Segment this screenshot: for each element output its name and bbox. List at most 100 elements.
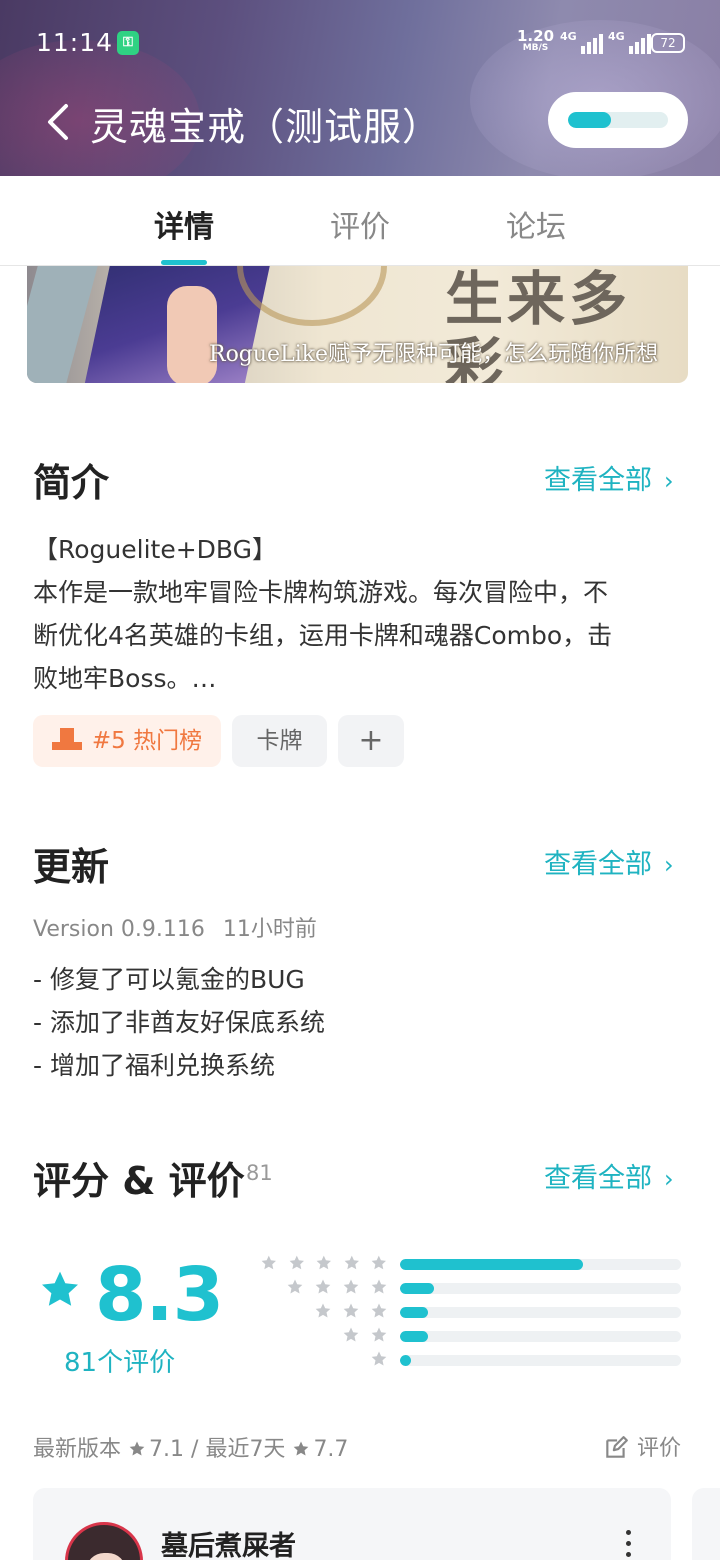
network-speed-value: 1.20 [517,27,555,45]
rating-bar-track [400,1283,681,1294]
next-review-card[interactable] [692,1488,720,1560]
rating-bar-track [400,1355,681,1366]
rating-row-2-star [250,1326,682,1346]
rating-bar-fill [400,1355,412,1366]
chevron-right-icon: › [664,851,674,879]
tab-details[interactable]: 详情 [124,202,244,246]
write-review-button[interactable]: 评价 [603,1430,681,1462]
rating-row-3-star [250,1302,682,1322]
intro-line: 本作是一款地牢冒险卡牌构筑游戏。每次冒险中，不 [33,578,609,607]
write-review-label: 评价 [637,1436,682,1461]
star-icon [287,1279,303,1294]
intro-line: 断优化4名英雄的卡组，运用卡牌和魂器Combo，击 [33,621,613,650]
update-notes: - 修复了可以氪金的BUG - 添加了非酋友好保底系统 - 增加了福利兑换系统 [33,958,325,1087]
score-stats: 最新版本 7.1 / 最近7天 7.7 [33,1431,348,1463]
tab-forum[interactable]: 论坛 [476,202,596,246]
star-icon [129,1441,145,1456]
see-all-label: 查看全部 [544,1163,652,1194]
star-icon [316,1255,332,1270]
chevron-right-icon: › [664,1165,674,1193]
star-icon [344,1255,359,1270]
signal-sim1-icon: 4G [560,30,603,54]
rating-bar-fill [400,1331,429,1342]
avatar[interactable] [65,1522,143,1560]
tab-reviews[interactable]: 评价 [300,202,420,246]
rating-row-stars [250,1302,400,1322]
star-icon [343,1303,359,1318]
version-info: Version 0.9.116 11小时前 [33,911,317,943]
star-icon [315,1303,331,1318]
latest-version-label: 最新版本 [33,1437,122,1462]
star-icon [371,1327,387,1342]
rating-bar-track [400,1331,681,1342]
star-icon [289,1255,304,1270]
intro-see-all-link[interactable]: 查看全部 › [544,458,674,497]
star-icon [371,1279,387,1294]
add-tag-button[interactable]: + [338,715,404,767]
signal-sim2-icon: 4G [608,30,651,54]
star-icon [294,1441,309,1456]
ratings-count-badge: 81 [246,1161,273,1185]
update-see-all-link[interactable]: 查看全部 › [544,842,674,881]
intro-description[interactable]: 【Roguelite+DBG】 本作是一款地牢冒险卡牌构筑游戏。每次冒险中，不 … [33,528,693,700]
status-time: 11:14 [36,28,114,57]
review-card[interactable]: 墓后煮屎者 [33,1488,671,1560]
update-note: - 添加了非酋友好保底系统 [33,1008,325,1037]
rating-row-stars [250,1350,400,1370]
star-icon [42,1271,78,1306]
app-header: 11:14 ⚿ 1.20 MB/S 4G 4G 72 灵魂宝戒（测试服） [0,0,720,176]
network-speed: 1.20 MB/S [517,27,555,54]
rating-row-stars [250,1254,400,1274]
rating-bar-fill [400,1307,429,1318]
download-progress-button[interactable] [548,92,688,148]
rating-row-stars [250,1278,400,1298]
star-icon [343,1327,359,1342]
back-arrow-icon[interactable] [40,100,80,144]
rating-row-stars [250,1326,400,1346]
update-section-title: 更新 [33,845,110,889]
hot-rank-label: #5 热门榜 [91,728,203,754]
banner-artwork [167,286,217,383]
intro-line: 败地牢Boss。… [33,664,217,693]
sim1-network-label: 4G [560,30,577,43]
star-icon [372,1255,387,1270]
see-all-label: 查看全部 [544,465,652,496]
download-progress-fill [568,112,611,128]
star-icon [371,1303,387,1318]
update-note: - 修复了可以氪金的BUG [33,965,305,994]
rating-bar-fill [400,1259,583,1270]
see-all-label: 查看全部 [544,849,652,880]
rating-row-1-star [250,1350,682,1370]
star-icon [315,1279,331,1294]
rating-bar-fill [400,1283,434,1294]
review-count: 81个评价 [64,1348,176,1378]
app-title: 灵魂宝戒（测试服） [90,105,442,149]
ratings-section-title: 评分 & 评价 [33,1159,245,1203]
battery-icon: 72 [651,33,685,53]
star-icon [371,1351,387,1366]
reviewer-name[interactable]: 墓后煮屎者 [161,1524,296,1560]
podium-icon [51,727,82,750]
battery-level: 72 [660,36,676,50]
more-options-icon[interactable] [621,1530,635,1560]
sim2-network-label: 4G [608,30,625,43]
latest-version-score: 7.1 [149,1437,185,1462]
tab-bar: 详情 评价 论坛 [0,176,720,266]
promo-banner[interactable]: 生来多彩 RogueLike赋予无限种可能，怎么玩随你所想 [27,266,688,383]
active-tab-indicator [161,260,207,265]
ratings-see-all-link[interactable]: 查看全部 › [544,1156,674,1195]
edit-icon [606,1436,628,1458]
recent-label: 最近7天 [205,1437,286,1462]
status-bar: 11:14 ⚿ 1.20 MB/S 4G 4G 72 [0,0,720,88]
update-note: - 增加了福利兑换系统 [33,1051,275,1080]
rating-bar-track [400,1307,681,1318]
update-time: 11小时前 [222,917,317,942]
hot-rank-tag[interactable]: #5 热门榜 [33,715,221,767]
average-score: 8.3 [95,1252,224,1338]
chevron-right-icon: › [664,467,674,495]
category-tag[interactable]: 卡牌 [232,715,327,767]
banner-artwork [237,266,387,326]
recent-score: 7.7 [313,1437,349,1462]
security-shield-icon: ⚿ [117,31,139,55]
intro-section-title: 简介 [33,461,110,505]
